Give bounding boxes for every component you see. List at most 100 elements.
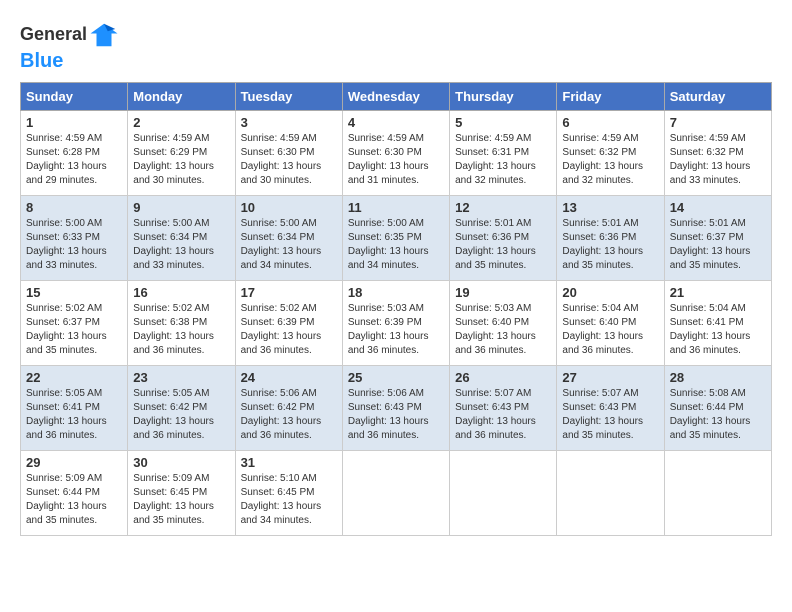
day-number: 30: [133, 455, 229, 470]
calendar-cell: 19 Sunrise: 5:03 AMSunset: 6:40 PMDayligh…: [450, 281, 557, 366]
day-info: Sunrise: 5:09 AMSunset: 6:44 PMDaylight:…: [26, 472, 122, 528]
calendar-cell: 20 Sunrise: 5:04 AMSunset: 6:40 PMDayligh…: [557, 281, 664, 366]
day-number: 31: [241, 455, 337, 470]
calendar-cell: 12 Sunrise: 5:01 AMSunset: 6:36 PMDayligh…: [450, 196, 557, 281]
day-info: Sunrise: 5:03 AMSunset: 6:39 PMDaylight:…: [348, 302, 444, 358]
day-info: Sunrise: 5:07 AMSunset: 6:43 PMDaylight:…: [455, 387, 551, 443]
day-info: Sunrise: 5:02 AMSunset: 6:39 PMDaylight:…: [241, 302, 337, 358]
calendar-table: SundayMondayTuesdayWednesdayThursdayFrid…: [20, 82, 772, 536]
day-info: Sunrise: 5:05 AMSunset: 6:42 PMDaylight:…: [133, 387, 229, 443]
day-info: Sunrise: 5:06 AMSunset: 6:42 PMDaylight:…: [241, 387, 337, 443]
day-number: 10: [241, 200, 337, 215]
calendar-cell: [664, 451, 771, 536]
day-number: 25: [348, 370, 444, 385]
day-info: Sunrise: 5:02 AMSunset: 6:37 PMDaylight:…: [26, 302, 122, 358]
col-header-monday: Monday: [128, 83, 235, 111]
day-number: 2: [133, 115, 229, 130]
day-info: Sunrise: 4:59 AMSunset: 6:30 PMDaylight:…: [348, 132, 444, 188]
day-info: Sunrise: 5:00 AMSunset: 6:34 PMDaylight:…: [133, 217, 229, 273]
day-info: Sunrise: 5:00 AMSunset: 6:35 PMDaylight:…: [348, 217, 444, 273]
logo-text: General: [20, 20, 121, 50]
calendar-cell: 28 Sunrise: 5:08 AMSunset: 6:44 PMDayligh…: [664, 366, 771, 451]
calendar-cell: 5Sunrise: 4:59 AMSunset: 6:31 PMDaylight…: [450, 111, 557, 196]
calendar-cell: 13 Sunrise: 5:01 AMSunset: 6:36 PMDayligh…: [557, 196, 664, 281]
day-number: 5: [455, 115, 551, 130]
calendar-cell: 27Sunrise: 5:07 AMSunset: 6:43 PMDayligh…: [557, 366, 664, 451]
day-number: 13: [562, 200, 658, 215]
day-number: 6: [562, 115, 658, 130]
day-info: Sunrise: 5:09 AMSunset: 6:45 PMDaylight:…: [133, 472, 229, 528]
day-info: Sunrise: 5:08 AMSunset: 6:44 PMDaylight:…: [670, 387, 766, 443]
day-number: 4: [348, 115, 444, 130]
calendar-cell: 24 Sunrise: 5:06 AMSunset: 6:42 PMDayligh…: [235, 366, 342, 451]
day-info: Sunrise: 5:05 AMSunset: 6:41 PMDaylight:…: [26, 387, 122, 443]
day-number: 9: [133, 200, 229, 215]
calendar-cell: 1Sunrise: 4:59 AMSunset: 6:28 PMDaylight…: [21, 111, 128, 196]
day-number: 23: [133, 370, 229, 385]
day-number: 24: [241, 370, 337, 385]
calendar-cell: 10 Sunrise: 5:00 AMSunset: 6:34 PMDayligh…: [235, 196, 342, 281]
day-number: 26: [455, 370, 551, 385]
calendar-cell: 14 Sunrise: 5:01 AMSunset: 6:37 PMDayligh…: [664, 196, 771, 281]
calendar-cell: 3 Sunrise: 4:59 AMSunset: 6:30 PMDaylight…: [235, 111, 342, 196]
day-number: 17: [241, 285, 337, 300]
day-number: 19: [455, 285, 551, 300]
calendar-cell: [342, 451, 449, 536]
day-info: Sunrise: 5:01 AMSunset: 6:36 PMDaylight:…: [562, 217, 658, 273]
day-number: 14: [670, 200, 766, 215]
day-info: Sunrise: 5:04 AMSunset: 6:40 PMDaylight:…: [562, 302, 658, 358]
calendar-cell: 2 Sunrise: 4:59 AMSunset: 6:29 PMDaylight…: [128, 111, 235, 196]
day-info: Sunrise: 5:01 AMSunset: 6:37 PMDaylight:…: [670, 217, 766, 273]
day-number: 8: [26, 200, 122, 215]
calendar-cell: 26 Sunrise: 5:07 AMSunset: 6:43 PMDayligh…: [450, 366, 557, 451]
day-number: 11: [348, 200, 444, 215]
calendar-cell: 22 Sunrise: 5:05 AMSunset: 6:41 PMDayligh…: [21, 366, 128, 451]
day-number: 21: [670, 285, 766, 300]
col-header-thursday: Thursday: [450, 83, 557, 111]
day-info: Sunrise: 5:00 AMSunset: 6:33 PMDaylight:…: [26, 217, 122, 273]
day-number: 18: [348, 285, 444, 300]
logo: General Blue: [20, 20, 121, 72]
day-info: Sunrise: 5:04 AMSunset: 6:41 PMDaylight:…: [670, 302, 766, 358]
calendar-cell: 25 Sunrise: 5:06 AMSunset: 6:43 PMDayligh…: [342, 366, 449, 451]
col-header-friday: Friday: [557, 83, 664, 111]
day-info: Sunrise: 4:59 AMSunset: 6:30 PMDaylight:…: [241, 132, 337, 188]
day-number: 20: [562, 285, 658, 300]
calendar-cell: 8 Sunrise: 5:00 AMSunset: 6:33 PMDaylight…: [21, 196, 128, 281]
calendar-cell: [557, 451, 664, 536]
day-info: Sunrise: 5:02 AMSunset: 6:38 PMDaylight:…: [133, 302, 229, 358]
col-header-wednesday: Wednesday: [342, 83, 449, 111]
day-number: 12: [455, 200, 551, 215]
day-number: 7: [670, 115, 766, 130]
calendar-cell: 16 Sunrise: 5:02 AMSunset: 6:38 PMDayligh…: [128, 281, 235, 366]
col-header-saturday: Saturday: [664, 83, 771, 111]
day-info: Sunrise: 5:00 AMSunset: 6:34 PMDaylight:…: [241, 217, 337, 273]
calendar-cell: 17 Sunrise: 5:02 AMSunset: 6:39 PMDayligh…: [235, 281, 342, 366]
day-number: 22: [26, 370, 122, 385]
day-info: Sunrise: 4:59 AMSunset: 6:28 PMDaylight:…: [26, 132, 122, 188]
day-number: 3: [241, 115, 337, 130]
calendar-cell: 30 Sunrise: 5:09 AMSunset: 6:45 PMDayligh…: [128, 451, 235, 536]
calendar-cell: 21 Sunrise: 5:04 AMSunset: 6:41 PMDayligh…: [664, 281, 771, 366]
calendar-cell: 18 Sunrise: 5:03 AMSunset: 6:39 PMDayligh…: [342, 281, 449, 366]
day-info: Sunrise: 4:59 AMSunset: 6:29 PMDaylight:…: [133, 132, 229, 188]
calendar-cell: 4 Sunrise: 4:59 AMSunset: 6:30 PMDaylight…: [342, 111, 449, 196]
day-info: Sunrise: 4:59 AMSunset: 6:32 PMDaylight:…: [670, 132, 766, 188]
col-header-sunday: Sunday: [21, 83, 128, 111]
day-info: Sunrise: 5:06 AMSunset: 6:43 PMDaylight:…: [348, 387, 444, 443]
day-number: 16: [133, 285, 229, 300]
day-info: Sunrise: 4:59 AMSunset: 6:32 PMDaylight:…: [562, 132, 658, 188]
day-info: Sunrise: 5:03 AMSunset: 6:40 PMDaylight:…: [455, 302, 551, 358]
calendar-cell: 23 Sunrise: 5:05 AMSunset: 6:42 PMDayligh…: [128, 366, 235, 451]
day-number: 29: [26, 455, 122, 470]
calendar-cell: 29 Sunrise: 5:09 AMSunset: 6:44 PMDayligh…: [21, 451, 128, 536]
calendar-cell: 6 Sunrise: 4:59 AMSunset: 6:32 PMDaylight…: [557, 111, 664, 196]
calendar-cell: 9 Sunrise: 5:00 AMSunset: 6:34 PMDaylight…: [128, 196, 235, 281]
calendar-cell: 11 Sunrise: 5:00 AMSunset: 6:35 PMDayligh…: [342, 196, 449, 281]
calendar-cell: [450, 451, 557, 536]
day-info: Sunrise: 5:01 AMSunset: 6:36 PMDaylight:…: [455, 217, 551, 273]
calendar-cell: 31Sunrise: 5:10 AMSunset: 6:45 PMDayligh…: [235, 451, 342, 536]
day-number: 28: [670, 370, 766, 385]
page-header: General Blue: [20, 20, 772, 72]
col-header-tuesday: Tuesday: [235, 83, 342, 111]
